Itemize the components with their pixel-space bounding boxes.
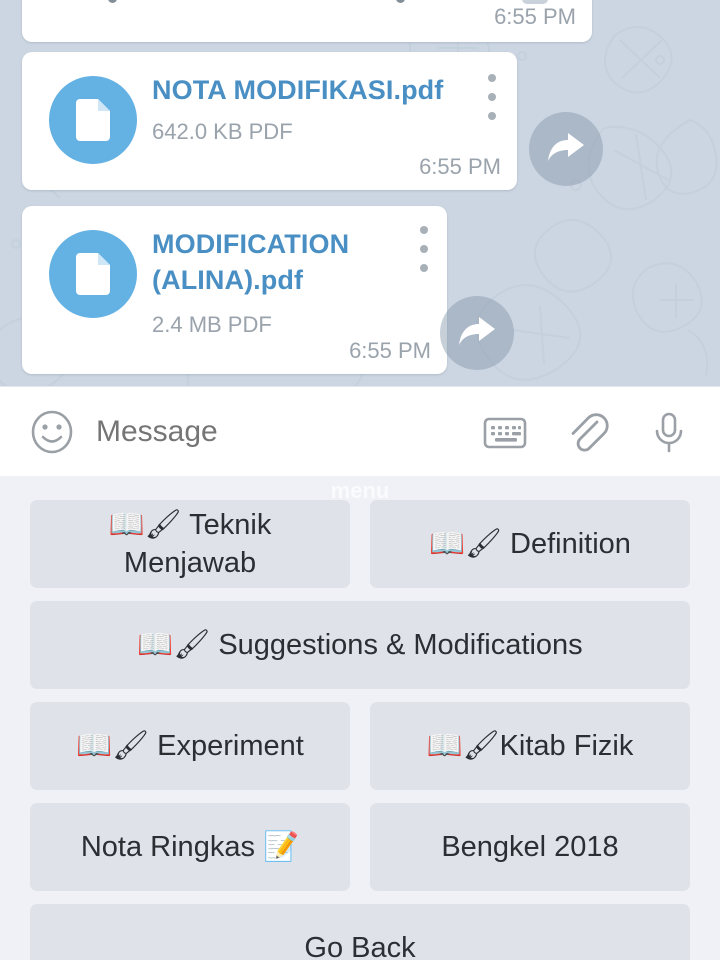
keyboard-button-bengkel-2018[interactable]: Bengkel 2018 [370, 803, 690, 891]
keyboard-button-suggestions-modifications[interactable]: 📖🖌 Suggestions & Modifications [30, 601, 690, 689]
document-glyph [76, 253, 110, 295]
kebab-dot [488, 112, 496, 120]
file-name-label[interactable]: NOTA MODIFIKASI.pdf [152, 72, 452, 108]
keyboard-button-definition[interactable]: 📖🖌 Definition [370, 500, 690, 588]
forward-icon[interactable] [440, 296, 514, 370]
forward-arrow-glyph [459, 317, 495, 345]
keyboard-button-teknik-menjawab[interactable]: 📖🖌 Teknik Menjawab [30, 500, 350, 588]
microphone-icon[interactable] [646, 409, 692, 455]
panel-ghost-label: menu [330, 478, 390, 503]
message-timestamp: 6:55 PM [349, 338, 431, 363]
keyboard-row: Go Back [30, 904, 690, 960]
chat-message-file-nota-modifikasi[interactable]: NOTA MODIFIKASI.pdf 642.0 KB PDF 6:55 PM [22, 52, 517, 190]
kebab-dot [420, 226, 428, 234]
keyboard-button-kitab-fizik[interactable]: 📖🖌Kitab Fizik [370, 702, 690, 790]
message-input[interactable] [96, 414, 482, 449]
message-timestamp: 6:55 PM [494, 4, 576, 29]
smiley-icon[interactable] [30, 410, 74, 454]
keyboard-row: Nota Ringkas 📝 Bengkel 2018 [30, 803, 690, 891]
keyboard-row: 📖🖌 Teknik Menjawab 📖🖌 Definition [30, 500, 690, 588]
partial-dot-left [108, 0, 117, 3]
kebab-dot [488, 93, 496, 101]
telegram-chat-screen: 6:55 PM NOTA MODIFIKASI.pdf 642.0 KB PDF… [0, 0, 720, 960]
keyboard-button-nota-ringkas[interactable]: Nota Ringkas 📝 [30, 803, 350, 891]
keyboard-button-go-back[interactable]: Go Back [30, 904, 690, 960]
file-size-label: 642.0 KB PDF [152, 119, 293, 144]
partial-dot-right [396, 0, 405, 3]
message-timestamp: 6:55 PM [419, 154, 501, 179]
document-icon[interactable] [49, 230, 137, 318]
more-options-icon[interactable] [481, 74, 503, 120]
file-name-label[interactable]: MODIFICATION (ALINA).pdf [152, 226, 392, 298]
file-size-label: 2.4 MB PDF [152, 312, 272, 337]
document-icon[interactable] [49, 76, 137, 164]
paperclip-icon[interactable] [564, 409, 610, 455]
forward-icon[interactable] [529, 112, 603, 186]
kebab-dot [488, 74, 496, 82]
keyboard-button-experiment[interactable]: 📖🖌 Experiment [30, 702, 350, 790]
forward-arrow-glyph [548, 133, 584, 161]
more-options-icon[interactable] [413, 226, 435, 272]
document-glyph [76, 99, 110, 141]
bot-keyboard-panel: menu 📖🖌 Teknik Menjawab 📖🖌 Definition 📖🖌… [0, 476, 720, 960]
chat-message-area: 6:55 PM NOTA MODIFIKASI.pdf 642.0 KB PDF… [0, 0, 720, 386]
chat-message-file-modification-alina[interactable]: MODIFICATION (ALINA).pdf 2.4 MB PDF 6:55… [22, 206, 447, 374]
kebab-dot [420, 245, 428, 253]
message-input-bar [0, 386, 720, 476]
kebab-dot [420, 264, 428, 272]
keyboard-icon[interactable] [482, 409, 528, 455]
keyboard-row: 📖🖌 Experiment 📖🖌Kitab Fizik [30, 702, 690, 790]
chat-message-partial[interactable]: 6:55 PM [22, 0, 592, 42]
keyboard-row: 📖🖌 Suggestions & Modifications [30, 601, 690, 689]
